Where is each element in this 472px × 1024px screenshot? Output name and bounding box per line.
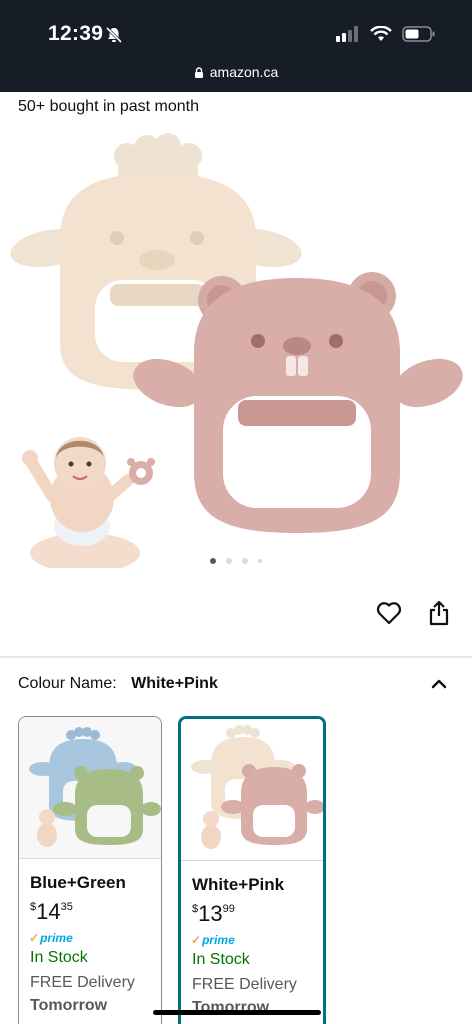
- delivery-day: Tomorrow: [30, 997, 108, 1014]
- carousel-dots: [0, 558, 472, 564]
- heart-icon[interactable]: [376, 601, 402, 625]
- prime-check-icon: ✓: [191, 933, 202, 947]
- delivery-label: FREE Delivery: [30, 974, 135, 991]
- price-whole: 13: [198, 901, 223, 926]
- url-bar[interactable]: amazon.ca: [0, 64, 472, 80]
- stock-status: In Stock: [30, 949, 88, 966]
- cellular-signal-icon: [336, 26, 358, 42]
- wifi-icon: [370, 26, 392, 41]
- price-fraction: 99: [222, 903, 235, 915]
- product-actions: [376, 600, 450, 626]
- variation-option-name: White+Pink: [192, 875, 285, 894]
- home-indicator[interactable]: [153, 1010, 321, 1015]
- variation-option-white-pink[interactable]: White+Pink $1399 ✓prime In Stock FREE De…: [178, 716, 326, 1024]
- status-time: 12:39: [48, 22, 104, 45]
- variation-option-price: $1435: [30, 899, 73, 925]
- mute-icon: [105, 26, 123, 44]
- carousel-dot[interactable]: [258, 559, 262, 563]
- price-fraction: 35: [60, 901, 73, 913]
- section-divider: [0, 656, 472, 658]
- variation-header[interactable]: Colour Name: White+Pink: [18, 675, 454, 693]
- bought-count: 50+ bought in past month: [18, 98, 200, 115]
- variation-label: Colour Name:: [18, 675, 117, 692]
- variation-option-blue-green[interactable]: Blue+Green $1435 ✓prime In Stock FREE De…: [18, 716, 162, 1024]
- variation-thumbnail: [181, 719, 323, 861]
- prime-label: prime: [40, 931, 73, 945]
- carousel-dot[interactable]: [226, 558, 232, 564]
- price-whole: 14: [36, 899, 61, 924]
- variation-option-price: $1399: [192, 901, 235, 927]
- lock-icon: [194, 67, 203, 78]
- variation-thumbnail: [19, 717, 161, 859]
- status-and-url-bar: 12:39 amazon.ca: [0, 0, 472, 92]
- product-image[interactable]: [0, 128, 472, 568]
- carousel-dot[interactable]: [210, 558, 216, 564]
- white-pink-teether-illustration: [191, 725, 323, 849]
- carousel-dot[interactable]: [242, 558, 248, 564]
- stock-status: In Stock: [192, 951, 250, 968]
- baby-photo-illustration: [22, 437, 155, 568]
- prime-badge: ✓prime: [191, 933, 235, 947]
- battery-icon: [402, 26, 435, 42]
- chevron-up-icon[interactable]: [430, 675, 448, 693]
- prime-badge: ✓prime: [29, 931, 73, 945]
- delivery-label: FREE Delivery: [192, 976, 297, 993]
- prime-label: prime: [202, 933, 235, 947]
- share-icon[interactable]: [428, 600, 450, 626]
- blue-green-teether-illustration: [29, 727, 161, 847]
- variation-option-name: Blue+Green: [30, 873, 126, 892]
- url-text: amazon.ca: [209, 64, 279, 80]
- prime-check-icon: ✓: [29, 931, 40, 945]
- variation-selected-value: White+Pink: [131, 675, 218, 692]
